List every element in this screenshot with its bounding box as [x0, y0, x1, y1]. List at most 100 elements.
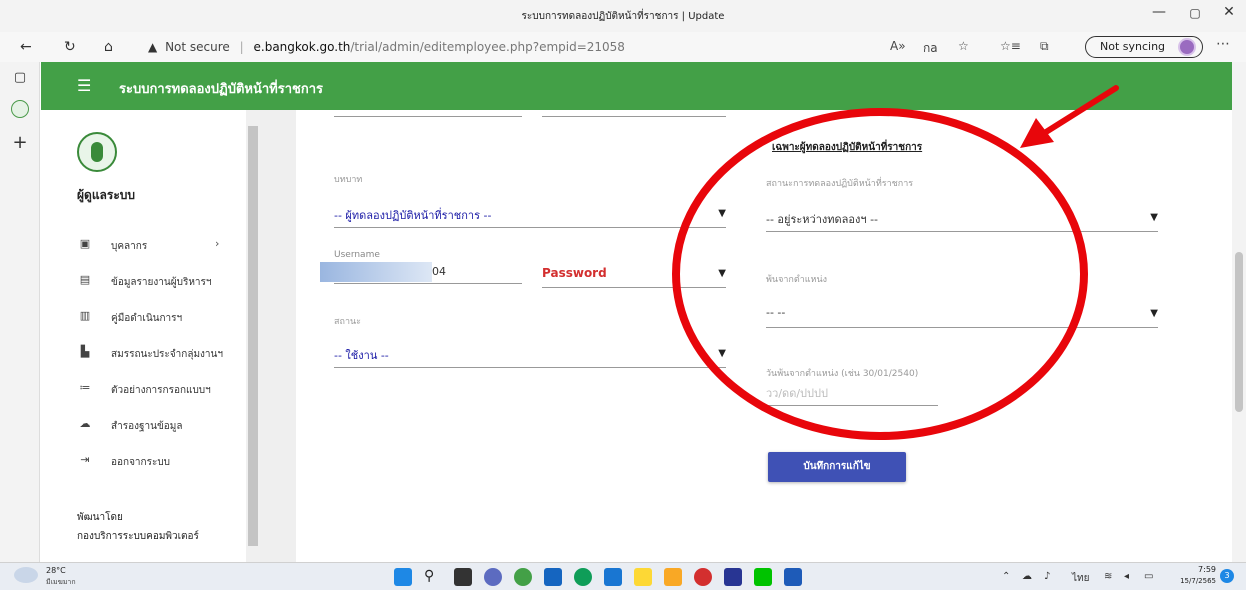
search-icon[interactable]: ⚲ — [424, 568, 442, 586]
chevron-up-icon[interactable]: ⌃ — [1002, 571, 1010, 582]
status-value: -- ใช้งาน -- — [334, 349, 389, 362]
back-icon[interactable]: ← — [20, 39, 32, 55]
trial-status-value: -- อยู่ระหว่างทดลองฯ -- — [766, 213, 879, 226]
sidebar-item-personnel[interactable]: ▣ บุคลากร › — [41, 234, 246, 258]
edge-icon[interactable] — [574, 568, 592, 586]
username-field[interactable]: 04 — [320, 262, 522, 284]
mic-icon[interactable]: ♪ — [1044, 571, 1050, 582]
chat-icon[interactable] — [484, 568, 502, 586]
network-icon[interactable]: ☁ — [1022, 571, 1032, 582]
translate-icon[interactable]: กa — [923, 39, 938, 58]
scroll-thumb[interactable] — [1235, 252, 1243, 412]
language-indicator[interactable]: ไทย — [1072, 571, 1089, 586]
sidebar-item-label: คู่มือดำเนินการฯ — [111, 313, 183, 324]
role-value: -- ผู้ทดลองปฏิบัติหน้าที่ราชการ -- — [334, 209, 492, 222]
url-field[interactable]: ▲ Not secure | e.bangkok.go.th/trial/adm… — [148, 35, 708, 59]
more-icon[interactable]: ⋯ — [1216, 36, 1230, 52]
sidebar-item-label: สำรองฐานข้อมูล — [111, 421, 183, 432]
app-title: ระบบการทดลองปฏิบัติหน้าที่ราชการ — [119, 82, 324, 97]
maximize-icon[interactable]: ▢ — [1180, 6, 1210, 20]
developed-by-label: พัฒนาโดย — [77, 512, 123, 523]
dropbox-icon[interactable] — [544, 568, 562, 586]
leave-date-input[interactable]: วว/ดด/ปปปป — [766, 384, 938, 406]
dropdown-arrow-icon: ▼ — [718, 268, 726, 279]
sidebar-item-example[interactable]: ≔ ตัวอย่างการกรอกแบบฯ — [41, 378, 246, 402]
home-icon[interactable]: ⌂ — [104, 39, 113, 55]
refresh-icon[interactable]: ↻ — [64, 39, 76, 55]
add-favorite-icon[interactable]: ☆ — [958, 39, 969, 53]
start-icon[interactable] — [394, 568, 412, 586]
list-icon: ≔ — [79, 381, 91, 394]
vertical-tabs: ▢ + — [0, 62, 40, 562]
manual-icon: ▥ — [79, 309, 91, 322]
developer-name: กองบริการระบบคอมพิวเตอร์ — [77, 531, 199, 542]
leave-position-select[interactable]: -- -- ▼ — [766, 306, 1158, 328]
dropdown-arrow-icon: ▼ — [718, 348, 726, 359]
window-title: ระบบการทดลองปฏิบัติหน้าที่ราชการ | Updat… — [521, 11, 725, 22]
sidebar-item-label: ออกจากระบบ — [111, 457, 171, 468]
sidebar-item-label: ข้อมูลรายงานผู้บริหารฯ — [111, 277, 212, 288]
sidebar-item-label: สมรรถนะประจำกลุ่มงานฯ — [111, 349, 223, 360]
weather-desc: มีเมฆมาก — [46, 578, 76, 586]
clock-time[interactable]: 7:59 — [1178, 565, 1216, 574]
new-tab-icon[interactable]: + — [8, 132, 32, 153]
dropdown-arrow-icon: ▼ — [1150, 308, 1158, 319]
sidebar-item-report[interactable]: ▤ ข้อมูลรายงานผู้บริหารฯ — [41, 270, 246, 294]
word-icon[interactable] — [784, 568, 802, 586]
sidebar-scrollbar[interactable] — [246, 110, 260, 562]
leave-date-label: วันพ้นจากตำแหน่ง (เช่น 30/01/2540) — [766, 369, 919, 379]
close-icon[interactable]: ✕ — [1214, 4, 1244, 20]
line-icon[interactable] — [754, 568, 772, 586]
hamburger-icon[interactable]: ☰ — [77, 76, 91, 95]
tab-actions-icon[interactable]: ▢ — [8, 70, 32, 85]
weather-icon — [14, 567, 38, 583]
sidebar: ผู้ดูแลระบบ ▣ บุคลากร › ▤ ข้อมูลรายงานผู… — [41, 110, 246, 562]
minimize-icon[interactable]: — — [1144, 4, 1174, 20]
mail-icon[interactable] — [604, 568, 622, 586]
trial-section-title: เฉพาะผู้ทดลองปฏิบัติหน้าที่ราชการ — [772, 142, 923, 153]
scroll-thumb[interactable] — [248, 126, 258, 546]
notification-badge[interactable]: 3 — [1220, 569, 1234, 583]
leave-position-label: พ้นจากตำแหน่ง — [766, 275, 828, 285]
folder-icon[interactable] — [664, 568, 682, 586]
logo — [77, 132, 117, 172]
collections-icon[interactable]: ⧉ — [1040, 39, 1049, 54]
address-bar-row: ← ↻ ⌂ ▲ Not secure | e.bangkok.go.th/tri… — [0, 32, 1246, 62]
status-select[interactable]: -- ใช้งาน -- ▼ — [334, 346, 726, 368]
password-field[interactable]: Password ▼ — [542, 266, 726, 288]
amazon-icon[interactable] — [634, 568, 652, 586]
clock-date[interactable]: 15/7/2565 — [1166, 577, 1216, 585]
favorites-icon[interactable]: ☆≡ — [1000, 39, 1021, 53]
sidebar-item-label: บุคลากร — [111, 241, 148, 252]
status-label: สถานะ — [334, 317, 361, 327]
sidebar-item-competency[interactable]: ▙ สมรรถนะประจำกลุ่มงานฯ — [41, 342, 246, 366]
save-button[interactable]: บันทึกการแก้ไข — [768, 452, 906, 482]
site-tab-icon[interactable] — [11, 100, 29, 118]
main-scrollbar[interactable] — [1232, 62, 1246, 562]
security-label: Not secure — [165, 40, 230, 54]
sidebar-item-logout[interactable]: ⇥ ออกจากระบบ — [41, 450, 246, 474]
profile-sync-button[interactable]: Not syncing — [1085, 36, 1203, 58]
task-view-icon[interactable] — [454, 568, 472, 586]
app-icon[interactable] — [724, 568, 742, 586]
content-gutter — [260, 110, 296, 562]
read-aloud-icon[interactable]: A» — [890, 39, 906, 53]
document-icon: ▙ — [80, 345, 90, 358]
password-label: Password — [542, 266, 607, 280]
wifi-icon[interactable]: ≋ — [1104, 571, 1112, 582]
url-path: /trial/admin/editemployee.php?empid=2105… — [350, 40, 625, 54]
opera-icon[interactable] — [694, 568, 712, 586]
field-underline — [542, 116, 726, 117]
person-card-icon: ▣ — [79, 237, 91, 250]
role-select[interactable]: -- ผู้ทดลองปฏิบัติหน้าที่ราชการ -- ▼ — [334, 206, 726, 228]
url-host: e.bangkok.go.th — [253, 40, 351, 54]
sidebar-role: ผู้ดูแลระบบ — [77, 188, 136, 202]
username-value: 04 — [432, 265, 446, 278]
warning-icon: ▲ — [148, 40, 158, 54]
sidebar-item-backup[interactable]: ☁ สำรองฐานข้อมูล — [41, 414, 246, 438]
trial-status-select[interactable]: -- อยู่ระหว่างทดลองฯ -- ▼ — [766, 210, 1158, 232]
chrome-icon[interactable] — [514, 568, 532, 586]
sidebar-item-manual[interactable]: ▥ คู่มือดำเนินการฯ — [41, 306, 246, 330]
battery-icon[interactable]: ▭ — [1144, 571, 1153, 582]
volume-icon[interactable]: ◂ — [1124, 571, 1129, 582]
